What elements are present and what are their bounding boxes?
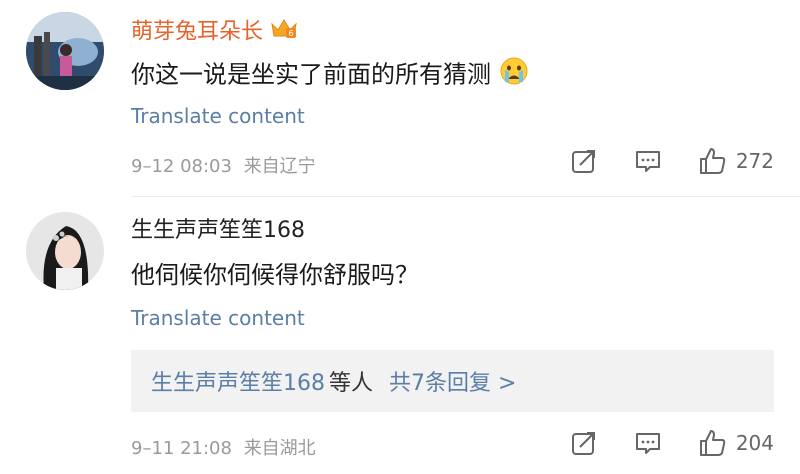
- translate-link[interactable]: Translate content: [131, 104, 305, 128]
- location: 来自湖北: [243, 438, 316, 459]
- timestamp: 9–11 21:08: [131, 438, 232, 459]
- like-button[interactable]: 204: [698, 428, 774, 458]
- crying-face-icon: [499, 56, 529, 95]
- reply-count-link[interactable]: 共7条回复 >: [389, 365, 516, 397]
- comment-icon: [635, 151, 660, 172]
- username[interactable]: 生生声声笙笙168: [131, 216, 305, 246]
- like-count: 272: [735, 149, 774, 173]
- comment-text: 他伺候你伺候得你舒服吗？: [131, 261, 419, 289]
- share-button[interactable]: [570, 147, 598, 175]
- crown-vip-icon: 6: [270, 16, 298, 49]
- thumbs-up-icon: [699, 148, 726, 174]
- location: 来自辽宁: [243, 156, 316, 177]
- share-icon: [571, 432, 595, 455]
- avatar[interactable]: [26, 212, 104, 290]
- comment-icon: [635, 433, 660, 454]
- share-button[interactable]: [570, 429, 598, 457]
- reply-suffix: 等人: [329, 371, 374, 396]
- comment-button[interactable]: [634, 429, 662, 457]
- thumbs-up-icon: [699, 430, 726, 456]
- action-bar: 204: [570, 428, 774, 458]
- share-icon: [571, 150, 595, 173]
- reply-names[interactable]: 生生声声笙笙168: [151, 365, 325, 397]
- username[interactable]: 萌芽兔耳朵长 6: [131, 16, 298, 49]
- comment-item: 萌芽兔耳朵长 6 你这一说是坐实了前面的所有猜测 Translate conte…: [0, 0, 800, 196]
- comment-meta: 9–12 08:03 来自辽宁: [131, 152, 316, 178]
- like-count: 204: [735, 431, 774, 455]
- comment-button[interactable]: [634, 147, 662, 175]
- reply-preview[interactable]: 生生声声笙笙168 等人 共7条回复 >: [131, 350, 774, 412]
- comment-text: 你这一说是坐实了前面的所有猜测: [131, 56, 529, 95]
- svg-text:6: 6: [288, 29, 293, 38]
- avatar[interactable]: [26, 12, 104, 90]
- like-button[interactable]: 272: [698, 146, 774, 176]
- comment-meta: 9–11 21:08 来自湖北: [131, 434, 316, 460]
- action-bar: 272: [570, 146, 774, 176]
- timestamp: 9–12 08:03: [131, 156, 232, 177]
- translate-link[interactable]: Translate content: [131, 306, 305, 330]
- comment-item: 生生声声笙笙168 他伺候你伺候得你舒服吗？ Translate content…: [0, 196, 800, 474]
